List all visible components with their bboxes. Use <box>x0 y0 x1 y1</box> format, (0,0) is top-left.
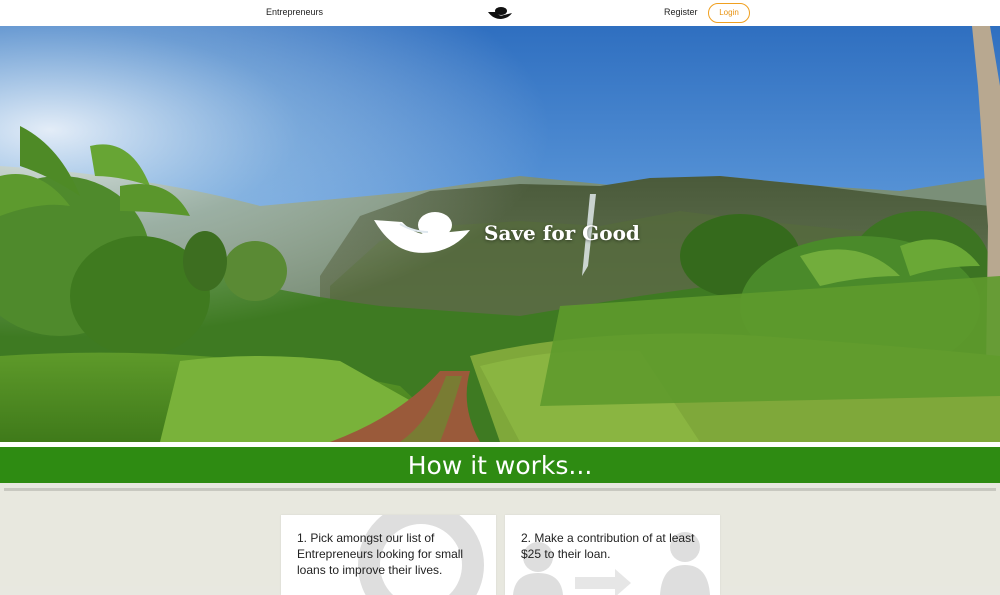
how-it-works-title: How it works... <box>407 451 593 480</box>
hand-holding-egg-icon[interactable] <box>487 5 513 21</box>
login-button[interactable]: Login <box>708 3 750 23</box>
steps-section <box>0 491 1000 586</box>
section-divider <box>4 488 996 491</box>
nav-register-link[interactable]: Register <box>664 7 698 17</box>
hero-banner: Save for Good <box>0 26 1000 442</box>
nav-entrepreneurs-link[interactable]: Entrepreneurs <box>266 7 323 17</box>
step-card-1: 1. Pick amongst our list of Entrepreneur… <box>281 515 496 595</box>
how-it-works-banner: How it works... <box>0 447 1000 483</box>
step-2-text: 2. Make a contribution of at least $25 t… <box>521 531 695 561</box>
step-card-2: 2. Make a contribution of at least $25 t… <box>505 515 720 595</box>
brand-title: Save for Good <box>484 221 640 245</box>
top-navbar: Entrepreneurs Register Login <box>0 0 1000 26</box>
step-1-text: 1. Pick amongst our list of Entrepreneur… <box>297 531 464 577</box>
hand-holding-egg-icon <box>374 212 470 253</box>
